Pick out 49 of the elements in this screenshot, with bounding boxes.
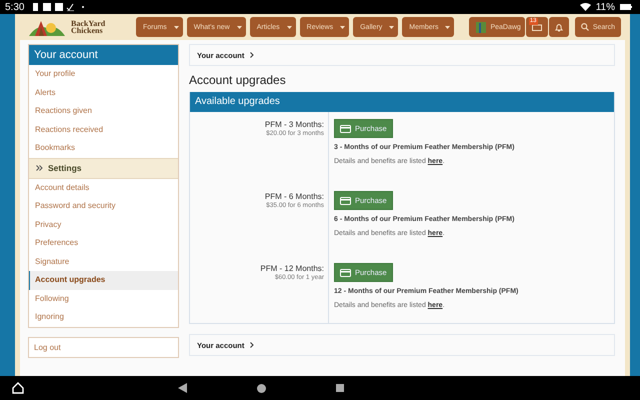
home-icon[interactable] — [12, 382, 24, 394]
clock-time: 5:30 — [5, 2, 24, 12]
menu-item[interactable]: Account upgrades — [29, 271, 178, 290]
log-out-link[interactable]: Log out — [28, 336, 179, 358]
bell-icon — [554, 22, 563, 32]
credit-card-icon — [340, 268, 351, 276]
chevron-icon — [250, 342, 254, 348]
chevron-icon — [250, 52, 254, 58]
envelope-icon — [532, 23, 542, 31]
caret-icon — [236, 26, 242, 28]
menu-item[interactable]: Alerts — [29, 84, 178, 102]
menu-item[interactable]: Password and security — [29, 197, 178, 216]
menu-item[interactable]: Preferences — [29, 234, 178, 252]
logo-text: BackYard — [71, 20, 106, 27]
back-icon[interactable] — [178, 383, 187, 393]
caret-icon — [445, 26, 450, 28]
caret-icon — [340, 26, 346, 28]
credit-card-icon — [340, 124, 351, 132]
battery-icon — [620, 4, 632, 10]
menu-heading: Your account — [29, 45, 178, 65]
credit-card-icon — [340, 196, 351, 204]
logo-text: Chickens — [71, 27, 103, 34]
menu-item[interactable]: Reactions received — [29, 120, 178, 139]
wifi-icon — [580, 3, 591, 11]
avatar-icon — [476, 22, 486, 32]
upgrade-name: PFM - 12 Months: — [260, 264, 324, 273]
menu-item[interactable]: Signature — [29, 252, 178, 271]
home-circle-icon[interactable] — [257, 384, 266, 392]
menu-item[interactable]: Your profile — [29, 65, 178, 84]
upgrade-name: PFM - 3 Months: — [264, 120, 324, 129]
caret-icon — [174, 26, 179, 28]
alerts-button[interactable] — [548, 17, 569, 37]
caret-icon — [389, 26, 394, 28]
menu-section-heading[interactable]: Settings — [29, 158, 178, 178]
page-title: Account upgrades — [189, 73, 287, 87]
search-icon — [580, 23, 589, 31]
site-logo[interactable]: BackYard Chickens — [27, 18, 127, 36]
menu-item[interactable]: Privacy — [29, 216, 178, 234]
panel-heading: Available upgrades — [190, 92, 614, 112]
caret-icon — [286, 26, 292, 28]
menu-item[interactable]: Following — [29, 290, 178, 308]
battery-level: 11% — [596, 2, 615, 12]
menu-item[interactable]: Reactions given — [29, 102, 178, 120]
section-label: Settings — [48, 163, 82, 173]
menu-item[interactable]: Account details — [29, 178, 178, 197]
upgrade-name: PFM - 6 Months: — [264, 192, 324, 201]
menu-item[interactable]: Bookmarks — [29, 139, 178, 158]
menu-item[interactable]: Ignoring — [29, 308, 178, 326]
double-chevron-icon — [36, 165, 43, 171]
